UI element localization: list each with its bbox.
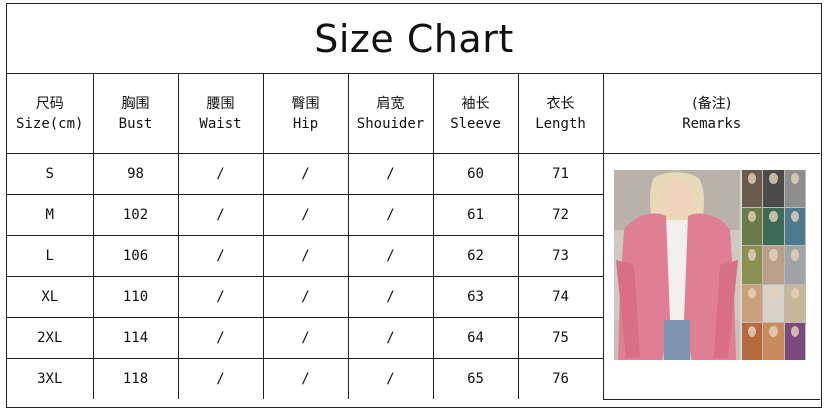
color-swatch xyxy=(784,170,806,208)
sleeve-cell: 62 xyxy=(432,235,519,277)
sleeve-cell: 64 xyxy=(432,317,519,359)
header-length: 衣长 Length xyxy=(517,73,604,154)
bust-cell: 118 xyxy=(92,358,179,399)
header-cn: 尺码 xyxy=(35,95,64,112)
size-cell: XL xyxy=(7,276,94,318)
color-swatch xyxy=(741,208,763,246)
color-swatch xyxy=(784,284,806,322)
header-cn: 袖长 xyxy=(461,95,490,112)
size-table: 尺码 Size(cm) 胸围 Bust 腰围 Waist 臀围 Hip 肩宽 Shouid… xyxy=(7,73,820,400)
header-waist: 腰围 Waist xyxy=(177,73,264,154)
chart-title: Size Chart xyxy=(7,4,821,74)
color-swatch xyxy=(741,246,763,284)
header-en: Bust xyxy=(118,115,153,132)
waist-cell: / xyxy=(177,317,264,359)
color-swatch xyxy=(763,322,784,360)
header-bust: 胸围 Bust xyxy=(92,73,179,154)
waist-cell: / xyxy=(177,276,264,318)
color-swatch xyxy=(763,208,784,246)
color-swatch xyxy=(741,170,763,208)
color-swatch xyxy=(784,246,806,284)
header-cn: 臀围 xyxy=(291,95,320,112)
color-swatches xyxy=(741,170,806,360)
product-photo xyxy=(613,170,806,360)
hip-cell: / xyxy=(262,358,349,399)
length-cell: 75 xyxy=(517,317,603,359)
header-en: Sleeve xyxy=(450,115,501,132)
hip-cell: / xyxy=(262,153,349,195)
shoulder-cell: / xyxy=(347,153,434,195)
color-swatch xyxy=(784,322,806,360)
waist-cell: / xyxy=(177,194,264,236)
length-cell: 71 xyxy=(517,153,604,195)
hip-cell: / xyxy=(262,194,349,236)
header-cn: (备注) xyxy=(692,95,732,112)
size-cell: S xyxy=(7,153,94,195)
hip-cell: / xyxy=(262,235,349,277)
bust-cell: 102 xyxy=(92,194,179,236)
shoulder-cell: / xyxy=(347,358,434,399)
length-cell: 73 xyxy=(517,235,603,277)
length-cell: 76 xyxy=(517,358,603,399)
header-en: Size(cm) xyxy=(16,115,84,132)
bust-cell: 106 xyxy=(92,235,179,277)
hip-cell: / xyxy=(262,317,349,359)
header-cn: 腰围 xyxy=(206,95,235,112)
header-en: Hip xyxy=(292,115,319,132)
header-hip: 臀围 Hip xyxy=(262,73,349,154)
header-row: 尺码 Size(cm) 胸围 Bust 腰围 Waist 臀围 Hip 肩宽 Shouid… xyxy=(7,73,820,154)
sleeve-cell: 60 xyxy=(432,153,519,195)
bust-cell: 114 xyxy=(92,317,179,359)
header-sleeve: 袖长 Sleeve xyxy=(432,73,519,154)
color-swatch xyxy=(741,322,763,360)
header-shoulder: 肩宽 Shouider xyxy=(347,73,434,154)
header-remarks: (备注) Remarks xyxy=(602,73,820,154)
color-swatch xyxy=(784,208,806,246)
hip-cell: / xyxy=(262,276,349,318)
shoulder-cell: / xyxy=(347,317,434,359)
size-chart: Size Chart 尺码 Size(cm) 胸围 Bust 腰围 Waist 臀围 H… xyxy=(6,3,822,408)
color-swatch xyxy=(763,284,784,322)
header-en: Length xyxy=(535,115,586,132)
header-en: Shouider xyxy=(356,115,425,132)
remarks-cell xyxy=(602,153,820,400)
color-swatch xyxy=(763,170,784,208)
table-row: S 98 / / / 60 71 xyxy=(7,153,820,400)
sleeve-cell: 65 xyxy=(432,358,519,399)
waist-cell: / xyxy=(177,358,264,399)
length-cell: 72 xyxy=(517,194,603,236)
shoulder-cell: / xyxy=(347,235,434,277)
shoulder-cell: / xyxy=(347,276,434,318)
size-cell: L xyxy=(7,235,94,277)
size-cell: 3XL xyxy=(7,358,94,399)
header-en: Waist xyxy=(199,115,242,132)
header-cn: 胸围 xyxy=(121,95,150,112)
waist-cell: / xyxy=(177,235,264,277)
waist-cell: / xyxy=(177,153,264,195)
color-swatch xyxy=(763,246,784,284)
header-size: 尺码 Size(cm) xyxy=(7,73,94,154)
size-cell: 2XL xyxy=(7,317,94,359)
size-cell: M xyxy=(7,194,94,236)
color-swatch xyxy=(741,284,763,322)
model-jacket-image xyxy=(613,170,740,360)
header-en: Remarks xyxy=(682,115,742,132)
bust-cell: 110 xyxy=(92,276,179,318)
length-cell: 74 xyxy=(517,276,603,318)
sleeve-cell: 61 xyxy=(432,194,519,236)
sleeve-cell: 63 xyxy=(432,276,519,318)
bust-cell: 98 xyxy=(92,153,179,195)
header-cn: 衣长 xyxy=(546,95,575,112)
shoulder-cell: / xyxy=(347,194,434,236)
header-cn: 肩宽 xyxy=(376,95,405,112)
